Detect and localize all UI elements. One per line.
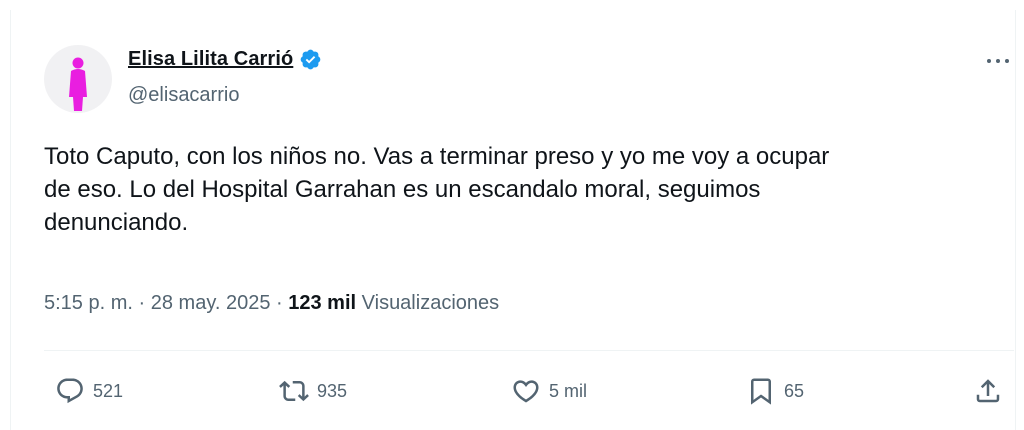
reply-icon (57, 378, 83, 404)
bookmark-button[interactable]: 65 (746, 374, 804, 408)
retweet-icon (279, 380, 309, 402)
heart-icon (513, 380, 539, 403)
share-icon (976, 379, 1000, 403)
divider (44, 350, 1014, 351)
meta-separator: · (276, 292, 283, 314)
tweet-date[interactable]: 28 may. 2025 (151, 292, 271, 314)
like-count: 5 mil (549, 380, 588, 401)
tweet-text-line: de eso. Lo del Hospital Garrahan es un e… (44, 176, 761, 203)
more-horizontal-icon[interactable] (983, 50, 1013, 72)
views-count: 123 mil (288, 292, 357, 314)
retweet-count: 935 (317, 380, 348, 401)
tweet-card: Elisa Lilita Carrió @elisacarrio Toto Ca… (10, 10, 1016, 430)
bookmark-icon (751, 378, 771, 405)
meta-separator: · (138, 292, 146, 314)
tweet-meta: 5:15 p. m. · 28 may. 2025 · 123 mil Visu… (44, 292, 499, 315)
retweet-button[interactable]: 935 (279, 374, 347, 408)
tweet-text: Toto Caputo, con los niños no. Vas a ter… (44, 140, 1024, 239)
avatar-figure-icon (69, 57, 87, 111)
bookmark-count: 65 (784, 380, 805, 401)
reply-count: 521 (93, 380, 124, 401)
views-label: Visualizaciones (361, 292, 500, 314)
tweet-text-line: denunciando. (44, 209, 189, 236)
user-handle[interactable]: @elisacarrio (128, 84, 239, 107)
tweet-text-line: Toto Caputo, con los niños no. Vas a ter… (44, 143, 830, 170)
like-button[interactable]: 5 mil (511, 374, 587, 408)
verified-badge-icon[interactable] (299, 48, 322, 71)
reply-button[interactable]: 521 (55, 374, 123, 408)
author-name-row: Elisa Lilita Carrió (128, 48, 322, 71)
share-button[interactable] (973, 374, 1003, 408)
tweet-time[interactable]: 5:15 p. m. (44, 292, 133, 314)
avatar[interactable] (44, 45, 112, 113)
display-name[interactable]: Elisa Lilita Carrió (128, 48, 293, 71)
